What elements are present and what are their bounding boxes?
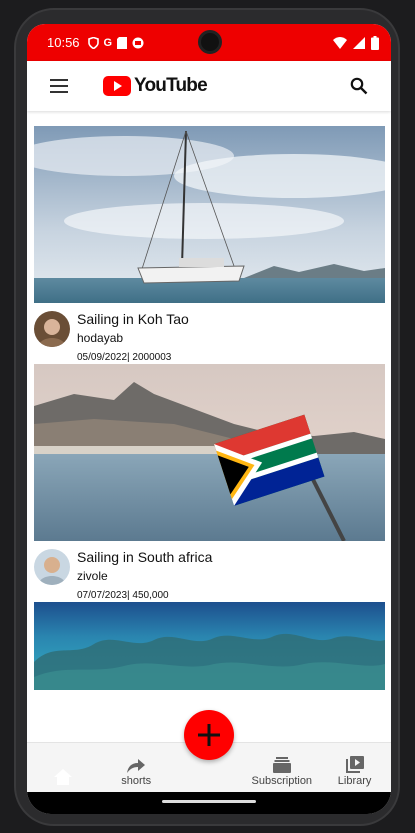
video-title[interactable]: Sailing in Koh Tao (77, 311, 189, 328)
nav-item-home[interactable] (27, 743, 100, 792)
south-africa-thumbnail-image (34, 364, 385, 541)
status-time: 10:56 (47, 35, 80, 50)
youtube-logo[interactable]: YouTube (103, 75, 208, 97)
signal-icon (353, 36, 365, 49)
avatar[interactable] (34, 549, 70, 585)
video-title[interactable]: Sailing in South africa (77, 549, 212, 566)
sd-card-icon (117, 36, 128, 49)
battery-icon (371, 35, 379, 50)
status-bar: 10:56 G (27, 24, 391, 61)
add-video-button[interactable] (184, 710, 234, 760)
youtube-play-icon (103, 76, 131, 96)
video-feed[interactable]: Sailing in Koh Tao hodayab 05/09/2022| 2… (34, 126, 385, 690)
status-icons-right (333, 35, 379, 50)
hamburger-icon (50, 79, 68, 93)
nav-item-shorts[interactable]: shorts (100, 743, 173, 792)
avatar[interactable] (34, 311, 70, 347)
video-thumbnail[interactable] (34, 602, 385, 690)
subscriptions-icon (272, 755, 291, 773)
video-text: Sailing in South africa zivole 07/07/202… (77, 549, 212, 602)
menu-button[interactable] (39, 66, 79, 106)
logo-text: YouTube (134, 75, 208, 96)
search-button[interactable] (341, 68, 377, 104)
shield-icon (87, 36, 99, 49)
home-gesture-pill[interactable] (162, 800, 256, 803)
google-icon: G (103, 36, 113, 49)
video-text: Sailing in Koh Tao hodayab 05/09/2022| 2… (77, 311, 189, 364)
share-arrow-icon (127, 755, 146, 773)
video-thumbnail[interactable] (34, 364, 385, 541)
nav-label: Library (337, 775, 372, 787)
home-icon (54, 767, 73, 785)
front-camera (198, 30, 222, 54)
video-meta: Sailing in South africa zivole 07/07/202… (34, 541, 385, 602)
search-icon (350, 77, 368, 95)
video-stats: 07/07/2023| 450,000 (77, 590, 169, 601)
video-card[interactable]: Sailing in South africa zivole 07/07/202… (34, 364, 385, 602)
gesture-bar (27, 792, 391, 814)
robot-icon (132, 37, 144, 48)
plus-icon (198, 724, 220, 746)
wifi-icon (333, 36, 347, 49)
sailboat-thumbnail-image (34, 126, 385, 303)
video-stats: 05/09/2022| 2000003 (77, 352, 172, 363)
video-thumbnail[interactable] (34, 126, 385, 303)
nav-item-subscription[interactable]: Subscription (245, 743, 318, 792)
status-icons-left: G (87, 36, 145, 49)
app-bar: YouTube (27, 61, 391, 111)
channel-name[interactable]: zivole (77, 568, 212, 584)
nav-item-library[interactable]: Library (318, 743, 391, 792)
nav-label: shorts (121, 775, 152, 787)
video-card[interactable] (34, 602, 385, 690)
phone-screen: 10:56 G YouTube Sailing in Koh Tao hoday… (27, 24, 391, 814)
nav-label: Subscription (251, 775, 313, 787)
video-card[interactable]: Sailing in Koh Tao hodayab 05/09/2022| 2… (34, 126, 385, 364)
library-icon (345, 755, 364, 773)
video-meta: Sailing in Koh Tao hodayab 05/09/2022| 2… (34, 303, 385, 364)
channel-name[interactable]: hodayab (77, 330, 189, 346)
underwater-thumbnail-image (34, 602, 385, 690)
